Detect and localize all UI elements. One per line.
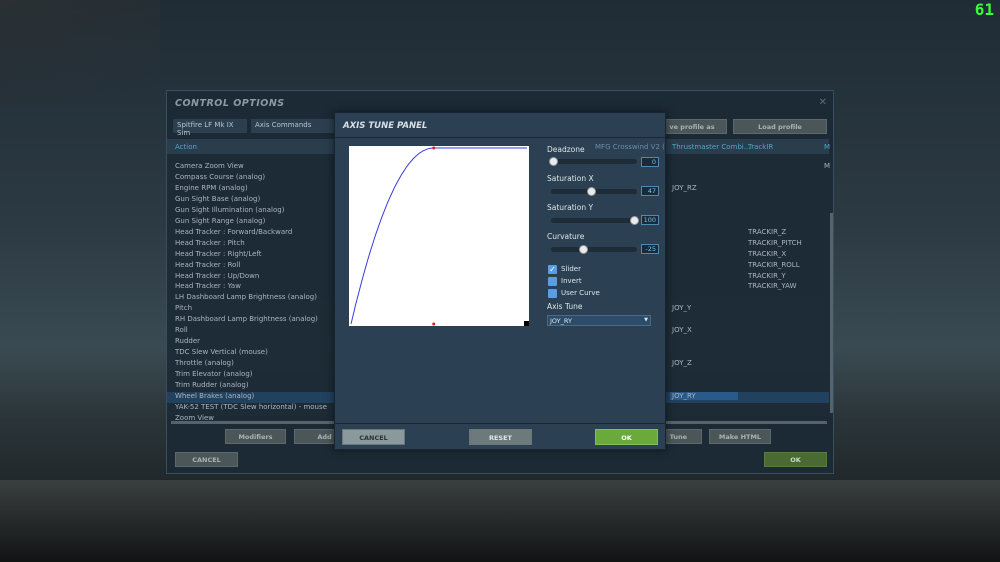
footer-divider [335, 423, 665, 424]
table-row-action[interactable]: Gun Sight Illumination (analog) [175, 206, 284, 217]
window-title: CONTROL OPTIONS [175, 98, 285, 109]
table-row-action[interactable]: Head Tracker : Up/Down [175, 272, 259, 283]
axis-tune-label: Axis Tune [547, 302, 583, 311]
axis-tune-select[interactable]: JOY_RY ▼ [547, 315, 651, 326]
user-curve-checkbox-label: User Curve [561, 289, 600, 297]
current-position-marker [524, 321, 529, 326]
table-row-action[interactable]: RH Dashboard Lamp Brightness (analog) [175, 315, 318, 326]
table-cell-c3[interactable]: TRACKIR_PITCH [748, 239, 802, 247]
table-cell-c3[interactable]: TRACKIR_YAW [748, 282, 797, 290]
slider-checkbox-label: Slider [561, 265, 581, 273]
panel-title: AXIS TUNE PANEL [343, 121, 428, 131]
divider [335, 137, 665, 138]
user-curve-checkbox[interactable] [548, 289, 557, 298]
saturation-y-value[interactable]: 100 [641, 215, 659, 225]
table-row-action[interactable]: Throttle (analog) [175, 359, 234, 370]
saturation-x-value[interactable]: 47 [641, 186, 659, 196]
table-row-action[interactable]: Engine RPM (analog) [175, 184, 248, 195]
table-row-action[interactable]: Gun Sight Base (analog) [175, 195, 260, 206]
make-html-button[interactable]: Make HTML [709, 429, 771, 444]
table-row-action[interactable]: Camera Zoom View [175, 162, 244, 173]
response-curve [350, 147, 527, 325]
table-row-action[interactable]: Compass Course (analog) [175, 173, 265, 184]
curve-plot [349, 146, 529, 326]
table-row-action[interactable]: Trim Rudder (analog) [175, 381, 249, 392]
table-row-action[interactable]: LH Dashboard Lamp Brightness (analog) [175, 293, 317, 304]
saturation-x-slider-knob[interactable] [587, 187, 596, 196]
table-row-action[interactable]: Head Tracker : Yaw [175, 282, 241, 293]
cockpit-frame-left [0, 0, 160, 100]
curvature-slider[interactable] [551, 245, 637, 254]
chevron-down-icon: ▼ [644, 317, 648, 323]
vertical-scrollbar[interactable] [830, 213, 833, 413]
save-profile-as-button[interactable]: ve profile as [657, 119, 727, 134]
table-row-action[interactable]: TDC Slew Vertical (mouse) [175, 348, 268, 359]
deadzone-value[interactable]: 0 [641, 157, 659, 167]
close-icon[interactable]: ✕ [819, 97, 827, 108]
table-row-action[interactable]: YAK-52 TEST (TDC Slew horizontal) - mous… [175, 403, 327, 414]
axis-tune-select-value: JOY_RY [550, 317, 572, 325]
table-row-action[interactable]: Trim Elevator (analog) [175, 370, 253, 381]
table-cell-c3[interactable]: TRACKIR_ROLL [748, 261, 800, 269]
deadzone-label: Deadzone [547, 145, 585, 154]
table-cell-c2[interactable]: JOY_RZ [672, 184, 697, 192]
table-row-action[interactable]: Wheel Brakes (analog) [175, 392, 254, 403]
col-thrustmaster[interactable]: Thrustmaster Combi... [672, 143, 750, 151]
table-cell-c3[interactable]: TRACKIR_X [748, 250, 786, 258]
fps-counter: 61 [974, 0, 994, 19]
table-cell-c2[interactable]: JOY_Z [672, 359, 692, 367]
table-row-action[interactable]: Pitch [175, 304, 192, 315]
panel-reset-button[interactable]: RESET [469, 429, 532, 445]
panel-cancel-button[interactable]: CANCEL [342, 429, 405, 445]
checkmark-icon: ✓ [549, 265, 556, 274]
invert-checkbox[interactable] [548, 277, 557, 286]
curve-svg [350, 146, 529, 326]
invert-checkbox-label: Invert [561, 277, 582, 285]
saturation-marker-top [432, 146, 436, 150]
table-row-action[interactable]: Head Tracker : Pitch [175, 239, 245, 250]
cancel-button[interactable]: CANCEL [175, 452, 238, 467]
curvature-label: Curvature [547, 232, 585, 241]
axis-tune-panel: AXIS TUNE PANEL Deadzone 0 Saturation X … [334, 112, 666, 450]
ok-button[interactable]: OK [764, 452, 827, 467]
load-profile-button[interactable]: Load profile [733, 119, 827, 134]
table-cell-c3[interactable]: TRACKIR_Z [748, 228, 786, 236]
aircraft-select[interactable]: Spitfire LF Mk IX Sim [173, 119, 247, 137]
saturation-marker-bottom [432, 322, 436, 326]
col-action[interactable]: Action [175, 143, 197, 151]
slider-checkbox[interactable]: ✓ [548, 265, 557, 274]
table-row-action[interactable]: Gun Sight Range (analog) [175, 217, 265, 228]
table-cell-c4[interactable]: M [824, 162, 830, 170]
table-cell-c3[interactable]: TRACKIR_Y [748, 272, 786, 280]
modifiers-button[interactable]: Modifiers [225, 429, 286, 444]
saturation-y-slider-knob[interactable] [630, 216, 639, 225]
col-mfg[interactable]: MFG Crosswind V2 ( [595, 143, 665, 151]
col-m[interactable]: M [824, 143, 830, 151]
table-row-action[interactable]: Roll [175, 326, 188, 337]
curvature-slider-knob[interactable] [579, 245, 588, 254]
saturation-x-slider[interactable] [551, 187, 637, 196]
deadzone-slider-knob[interactable] [549, 157, 558, 166]
deadzone-slider[interactable] [549, 157, 637, 166]
curvature-value[interactable]: -25 [641, 244, 659, 254]
category-select[interactable]: Axis Commands [251, 119, 341, 133]
col-trackir[interactable]: TrackIR [748, 143, 773, 151]
table-row-action[interactable]: Head Tracker : Roll [175, 261, 240, 272]
table-cell-c2[interactable]: JOY_Y [672, 304, 691, 312]
table-row-action[interactable]: Head Tracker : Forward/Backward [175, 228, 292, 239]
saturation-x-label: Saturation X [547, 174, 594, 183]
saturation-y-slider[interactable] [551, 216, 639, 225]
saturation-y-label: Saturation Y [547, 203, 594, 212]
table-cell-c2[interactable]: JOY_X [672, 326, 692, 334]
panel-ok-button[interactable]: OK [595, 429, 658, 445]
table-row-action[interactable]: Rudder [175, 337, 200, 348]
table-row-action[interactable]: Head Tracker : Right/Left [175, 250, 262, 261]
table-cell-c2[interactable]: JOY_RY [670, 391, 738, 400]
cockpit-floor [0, 480, 1000, 562]
